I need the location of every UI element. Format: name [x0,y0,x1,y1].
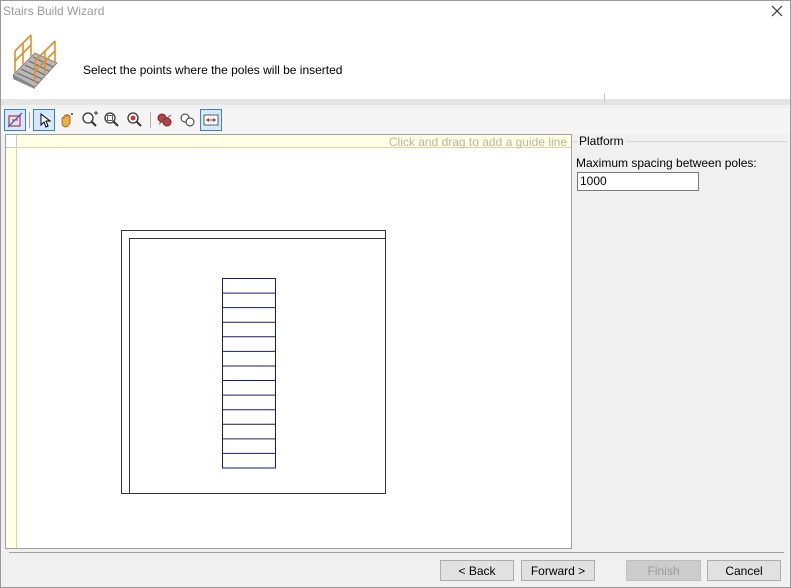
zoom-window-button[interactable] [101,109,123,131]
platform-outer-outline [121,230,386,494]
finish-button[interactable]: Finish [626,560,701,581]
header-separator [1,99,790,105]
toggle-view-icon [7,112,23,128]
platform-group: Platform Maximum spacing between poles: [573,134,788,546]
toolbar-separator [29,112,30,128]
cancel-button[interactable]: Cancel [707,560,781,581]
fit-width-button[interactable] [200,109,222,131]
window-title: Stairs Build Wizard [3,4,105,18]
pointer-tool-button[interactable] [33,109,55,131]
pan-tool-button[interactable] [56,109,78,131]
toolbar-separator [150,112,151,128]
zoom-extents-icon [127,112,142,127]
platform-drawing [121,230,386,494]
zoom-in-out-button[interactable] [79,109,101,131]
zoom-in-out-icon [82,111,98,127]
wizard-window: Stairs Build Wizard Select the points wh… [0,0,791,588]
zoom-extents-button[interactable] [124,109,146,131]
zoom-window-icon [104,112,119,127]
footer-separator [9,552,784,553]
close-icon[interactable] [770,4,784,18]
stair-flight [222,278,276,469]
select-poles-button[interactable] [177,109,199,131]
pointer-icon [40,112,52,128]
stair-outline [222,278,276,469]
spacing-input[interactable] [577,172,699,191]
add-pole-icon [157,113,172,127]
forward-button[interactable]: Forward > [521,560,595,581]
drawing-canvas[interactable]: Click and drag to add a guide line [5,134,572,549]
add-pole-button[interactable] [154,109,176,131]
back-button[interactable]: < Back [440,560,514,581]
instruction-text: Select the points where the poles will b… [83,63,343,77]
select-poles-icon [180,113,195,127]
header-divider [604,93,605,103]
pan-hand-icon [61,113,73,128]
spacing-label: Maximum spacing between poles: [576,156,757,170]
toolbar [1,108,790,134]
stairs-icon [12,34,58,89]
platform-group-label: Platform [577,134,626,148]
toggle-view-button[interactable] [4,109,26,131]
fit-width-icon [203,114,219,126]
wizard-header: Select the points where the poles will b… [1,23,790,99]
title-bar: Stairs Build Wizard [1,1,790,23]
